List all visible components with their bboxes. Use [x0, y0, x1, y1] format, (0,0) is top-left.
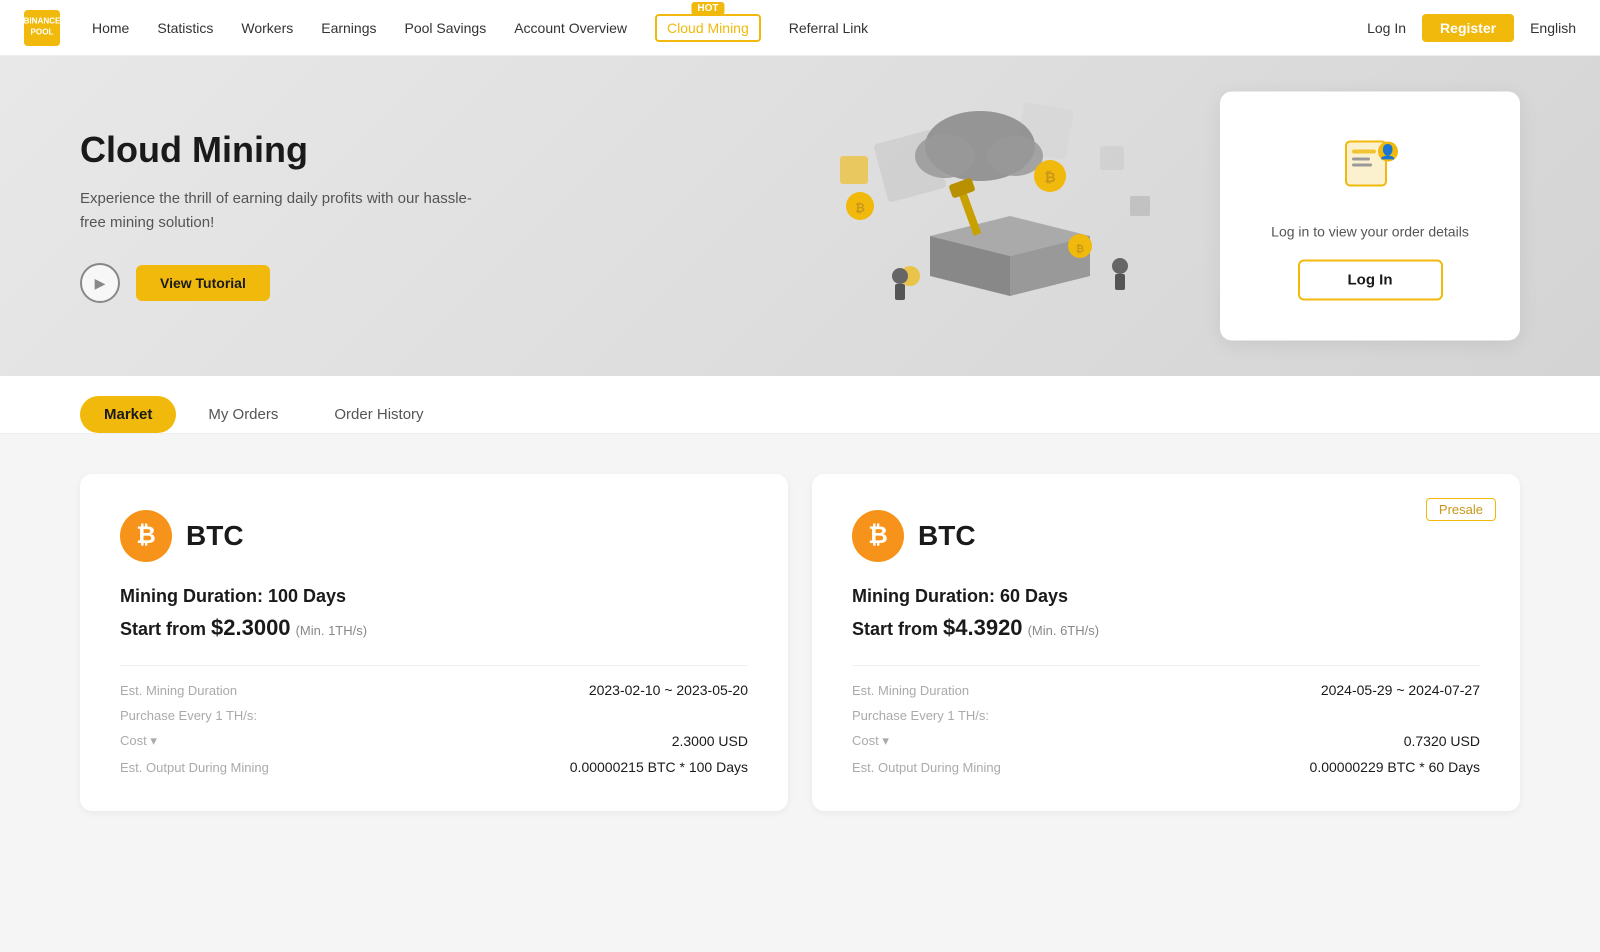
logo[interactable]: BINANCE POOL: [24, 10, 60, 46]
card-1-cost-value: 2.3000 USD: [672, 733, 748, 749]
card-2-cost-value: 0.7320 USD: [1404, 733, 1480, 749]
card-1-est-duration-value: 2023-02-10 ~ 2023-05-20: [589, 682, 748, 698]
play-icon: ▶: [95, 275, 106, 292]
card-1-est-duration-row: Est. Mining Duration 2023-02-10 ~ 2023-0…: [120, 682, 748, 698]
card-2-price-value: $4.3920: [943, 615, 1023, 640]
hero-description: Experience the thrill of earning daily p…: [80, 187, 480, 235]
card-2-header: ₿ BTC: [852, 510, 1480, 562]
login-button[interactable]: Log In: [1367, 20, 1406, 36]
card-1-price: Start from $2.3000 (Min. 1TH/s): [120, 615, 748, 641]
card-2-est-duration-row: Est. Mining Duration 2024-05-29 ~ 2024-0…: [852, 682, 1480, 698]
card-1-price-min: (Min. 1TH/s): [296, 623, 368, 638]
svg-text:₿: ₿: [855, 201, 865, 215]
tabs: Market My Orders Order History: [80, 396, 1520, 433]
card-1-est-duration-label: Est. Mining Duration: [120, 683, 237, 698]
svg-text:BINANCE: BINANCE: [24, 16, 60, 25]
price-from-label-2: Start from: [852, 619, 943, 639]
card-2-est-duration-value: 2024-05-29 ~ 2024-07-27: [1321, 682, 1480, 698]
card-2-details: Est. Mining Duration 2024-05-29 ~ 2024-0…: [852, 665, 1480, 775]
cards-section: ₿ BTC Mining Duration: 100 Days Start fr…: [0, 434, 1600, 851]
register-button[interactable]: Register: [1422, 14, 1514, 42]
card-2-cost-row: Cost ▾ 0.7320 USD: [852, 733, 1480, 749]
card-1-purchase-row: Purchase Every 1 TH/s:: [120, 708, 748, 723]
card-2-output-label: Est. Output During Mining: [852, 760, 1001, 775]
mining-card-2: Presale ₿ BTC Mining Duration: 60 Days S…: [812, 474, 1520, 811]
card-2-duration: Mining Duration: 60 Days: [852, 586, 1480, 607]
card-1-details: Est. Mining Duration 2023-02-10 ~ 2023-0…: [120, 665, 748, 775]
language-selector[interactable]: English: [1530, 20, 1576, 36]
nav-cloud-mining[interactable]: HOT Cloud Mining: [655, 14, 761, 42]
price-from-label: Start from: [120, 619, 211, 639]
card-1-cost-row: Cost ▾ 2.3000 USD: [120, 733, 748, 749]
card-2-output-row: Est. Output During Mining 0.00000229 BTC…: [852, 759, 1480, 775]
card-1-output-value: 0.00000215 BTC * 100 Days: [570, 759, 748, 775]
svg-text:POOL: POOL: [31, 27, 54, 36]
hero-actions: ▶ View Tutorial: [80, 263, 480, 303]
card-2-price-min: (Min. 6TH/s): [1028, 623, 1100, 638]
hero-title: Cloud Mining: [80, 129, 480, 171]
tab-market[interactable]: Market: [80, 396, 176, 433]
card-1-coin-label: BTC: [186, 520, 244, 552]
card-login-button[interactable]: Log In: [1298, 260, 1443, 301]
card-1-header: ₿ BTC: [120, 510, 748, 562]
nav-statistics[interactable]: Statistics: [157, 20, 213, 36]
nav-account-overview[interactable]: Account Overview: [514, 20, 627, 36]
nav-referral-link[interactable]: Referral Link: [789, 20, 868, 36]
card-1-cost-label[interactable]: Cost ▾: [120, 733, 157, 749]
play-button[interactable]: ▶: [80, 263, 120, 303]
navbar: BINANCE POOL Home Statistics Workers Ear…: [0, 0, 1600, 56]
mining-card-1: ₿ BTC Mining Duration: 100 Days Start fr…: [80, 474, 788, 811]
presale-badge: Presale: [1426, 498, 1496, 521]
hero-banner: Cloud Mining Experience the thrill of ea…: [0, 56, 1600, 376]
card-2-purchase-label: Purchase Every 1 TH/s:: [852, 708, 989, 723]
card-2-est-duration-label: Est. Mining Duration: [852, 683, 969, 698]
hero-illustration: ₿ ₿ ₿: [760, 56, 1180, 376]
card-2-cost-label[interactable]: Cost ▾: [852, 733, 889, 749]
card-1-purchase-label: Purchase Every 1 TH/s:: [120, 708, 257, 723]
view-tutorial-button[interactable]: View Tutorial: [136, 265, 270, 301]
svg-text:👤: 👤: [1379, 144, 1396, 161]
svg-text:₿: ₿: [1076, 243, 1084, 255]
btc-icon-2: ₿: [852, 510, 904, 562]
card-2-output-value: 0.00000229 BTC * 60 Days: [1310, 759, 1480, 775]
hot-badge: HOT: [691, 2, 724, 15]
card-1-output-label: Est. Output During Mining: [120, 760, 269, 775]
nav-earnings[interactable]: Earnings: [321, 20, 376, 36]
card-1-duration: Mining Duration: 100 Days: [120, 586, 748, 607]
card-1-price-value: $2.3000: [211, 615, 291, 640]
tabs-section: Market My Orders Order History: [0, 376, 1600, 434]
card-2-coin-label: BTC: [918, 520, 976, 552]
login-card-description: Log in to view your order details: [1268, 224, 1472, 240]
tab-order-history[interactable]: Order History: [310, 396, 447, 433]
hero-content: Cloud Mining Experience the thrill of ea…: [80, 129, 480, 303]
nav-home[interactable]: Home: [92, 20, 129, 36]
nav-pool-savings[interactable]: Pool Savings: [405, 20, 487, 36]
btc-icon-1: ₿: [120, 510, 172, 562]
nav-links: Home Statistics Workers Earnings Pool Sa…: [92, 14, 1367, 42]
tab-my-orders[interactable]: My Orders: [184, 396, 302, 433]
login-order-card: 👤 Log in to view your order details Log …: [1220, 92, 1520, 341]
card-1-output-row: Est. Output During Mining 0.00000215 BTC…: [120, 759, 748, 775]
nav-right: Log In Register English: [1367, 14, 1576, 42]
nav-workers[interactable]: Workers: [241, 20, 293, 36]
card-2-price: Start from $4.3920 (Min. 6TH/s): [852, 615, 1480, 641]
order-icon: 👤: [1268, 132, 1472, 208]
card-2-purchase-row: Purchase Every 1 TH/s:: [852, 708, 1480, 723]
svg-text:₿: ₿: [1044, 169, 1055, 185]
